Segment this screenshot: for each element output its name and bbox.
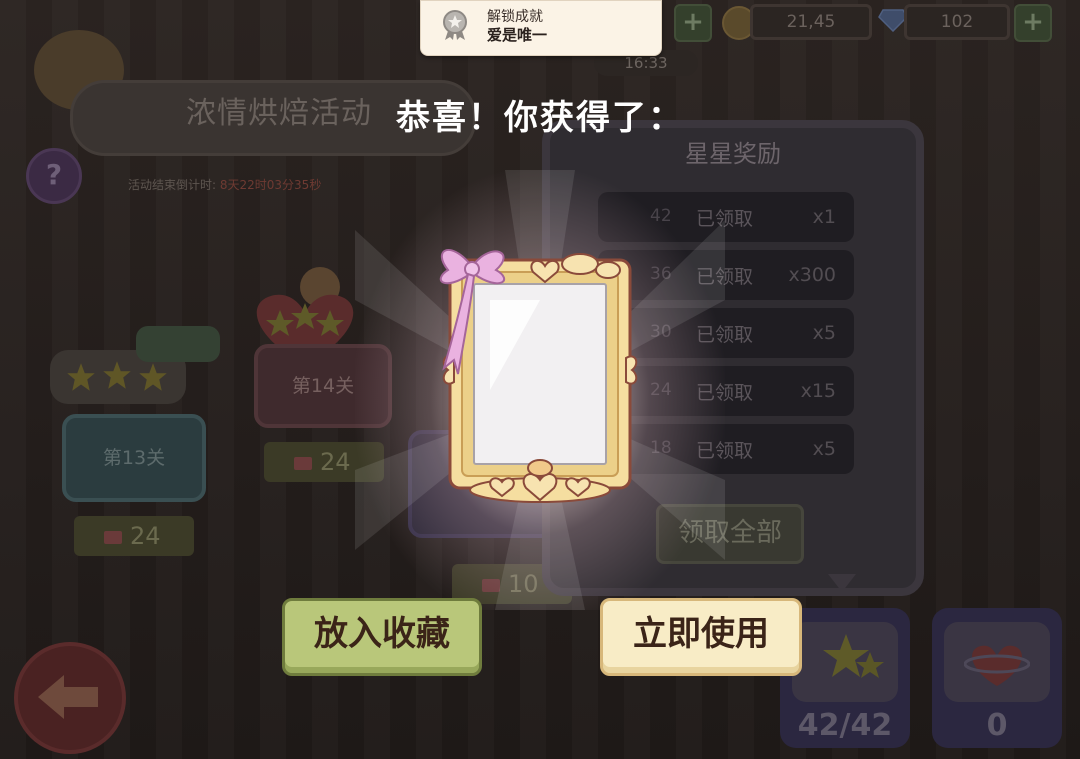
gem-value: 102 xyxy=(940,12,974,32)
star-rewards-title: 星星奖励 xyxy=(685,140,781,168)
level-13-cost: 24 xyxy=(74,516,194,556)
reward-quantity: x5 xyxy=(812,322,836,344)
arrow-left-icon xyxy=(38,675,98,719)
add-to-collection-button[interactable]: 放入收藏 xyxy=(282,598,482,676)
envelope-icon xyxy=(294,456,312,470)
gem-counter: 102 xyxy=(904,4,1010,40)
medal-icon xyxy=(443,10,467,40)
heart-tile[interactable]: 0 xyxy=(932,608,1062,748)
panel-pointer xyxy=(828,574,856,592)
reward-quantity: x300 xyxy=(788,264,836,286)
envelope-icon xyxy=(104,530,122,544)
collect-label: 放入收藏 xyxy=(314,614,450,654)
clock-value: 16:33 xyxy=(624,54,668,72)
add-gems-button[interactable]: + xyxy=(1014,4,1052,42)
use-label: 立即使用 xyxy=(633,614,769,654)
star-icon xyxy=(67,363,95,391)
coin-value: 21,45 xyxy=(786,12,836,32)
reward-quantity: x5 xyxy=(812,438,836,460)
help-button[interactable]: ? xyxy=(26,148,82,204)
tile-inner xyxy=(944,622,1050,702)
star-icon xyxy=(103,361,131,389)
event-countdown: 活动结束倒计时: 8天22时03分35秒 xyxy=(128,176,321,193)
coin-counter: 21,45 xyxy=(750,4,872,40)
reward-quantity: x15 xyxy=(800,380,836,402)
reward-quantity: x1 xyxy=(812,206,836,228)
path-decoration xyxy=(136,326,220,362)
help-icon: ? xyxy=(45,158,63,191)
mirror-frame-icon xyxy=(439,249,638,503)
stars-icon xyxy=(823,634,884,678)
heart-value: 0 xyxy=(986,708,1008,743)
star-icon xyxy=(139,363,167,391)
countdown-value: 8天22时03分35秒 xyxy=(219,178,322,192)
cost-value: 24 xyxy=(320,448,351,476)
use-now-button[interactable]: 立即使用 xyxy=(600,598,802,676)
congrats-title: 恭喜！你获得了： xyxy=(396,98,684,138)
toast-achievement-name: 爱是唯一 xyxy=(487,26,548,44)
countdown-label: 活动结束倒计时: xyxy=(128,178,217,192)
star-progress-value: 42/42 xyxy=(797,708,893,743)
level-label: 第13关 xyxy=(102,447,166,469)
plus-label: + xyxy=(682,7,704,37)
level-label: 第14关 xyxy=(291,375,355,397)
toast-heading: 解锁成就 xyxy=(487,9,543,25)
plus-label: + xyxy=(1022,7,1044,37)
add-energy-button[interactable]: + xyxy=(674,4,712,42)
achievement-toast: 解锁成就 爱是唯一 xyxy=(420,0,662,56)
heart-planet-icon xyxy=(964,645,1030,686)
tile-inner xyxy=(792,622,898,702)
back-button[interactable] xyxy=(14,642,126,754)
level-13-button[interactable]: 第13关 xyxy=(62,414,206,502)
cost-value: 24 xyxy=(130,522,161,550)
